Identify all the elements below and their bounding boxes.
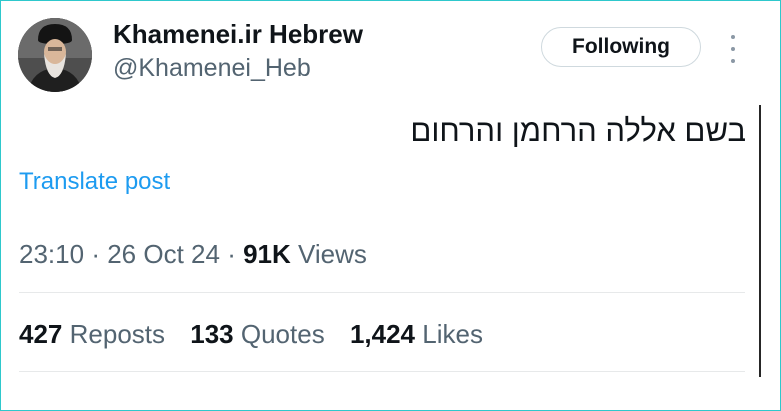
tweet-card: Khamenei.ir Hebrew @Khamenei_Heb Followi… [0,0,781,411]
meta-separator: · [227,239,236,269]
author-display-name[interactable]: Khamenei.ir Hebrew [113,19,363,50]
more-dot [731,35,735,39]
author-handle[interactable]: @Khamenei_Heb [113,54,311,83]
meta-separator: · [91,239,100,269]
tweet-text: בשם אללה הרחמן והרחום [410,113,746,148]
views-count: 91K [243,239,291,269]
reposts-stat[interactable]: 427 Reposts [19,319,165,349]
more-dot [731,59,735,63]
avatar[interactable] [18,18,92,92]
more-vertical-icon[interactable] [725,35,741,63]
more-dot [731,47,735,51]
likes-count: 1,424 [349,319,416,349]
likes-stat[interactable]: 1,424 Likes [350,319,483,349]
reposts-label: Reposts [69,319,166,349]
avatar-image [18,18,92,92]
tweet-stats: 427 Reposts 133 Quotes 1,424 Likes [19,319,501,350]
divider [19,371,745,372]
quotes-count: 133 [190,319,234,349]
divider [19,292,745,293]
tweet-time[interactable]: 23:10 [19,239,84,269]
likes-label: Likes [422,319,483,349]
views-label: Views [298,239,367,269]
tweet-date[interactable]: 26 Oct 24 [107,239,220,269]
right-edge-rule [759,105,761,377]
following-button[interactable]: Following [541,27,701,67]
translate-post-link[interactable]: Translate post [19,168,170,196]
quotes-stat[interactable]: 133 Quotes [190,319,324,349]
reposts-count: 427 [19,319,63,349]
tweet-meta: 23:10 · 26 Oct 24 · 91K Views [19,239,367,270]
quotes-label: Quotes [240,319,325,349]
